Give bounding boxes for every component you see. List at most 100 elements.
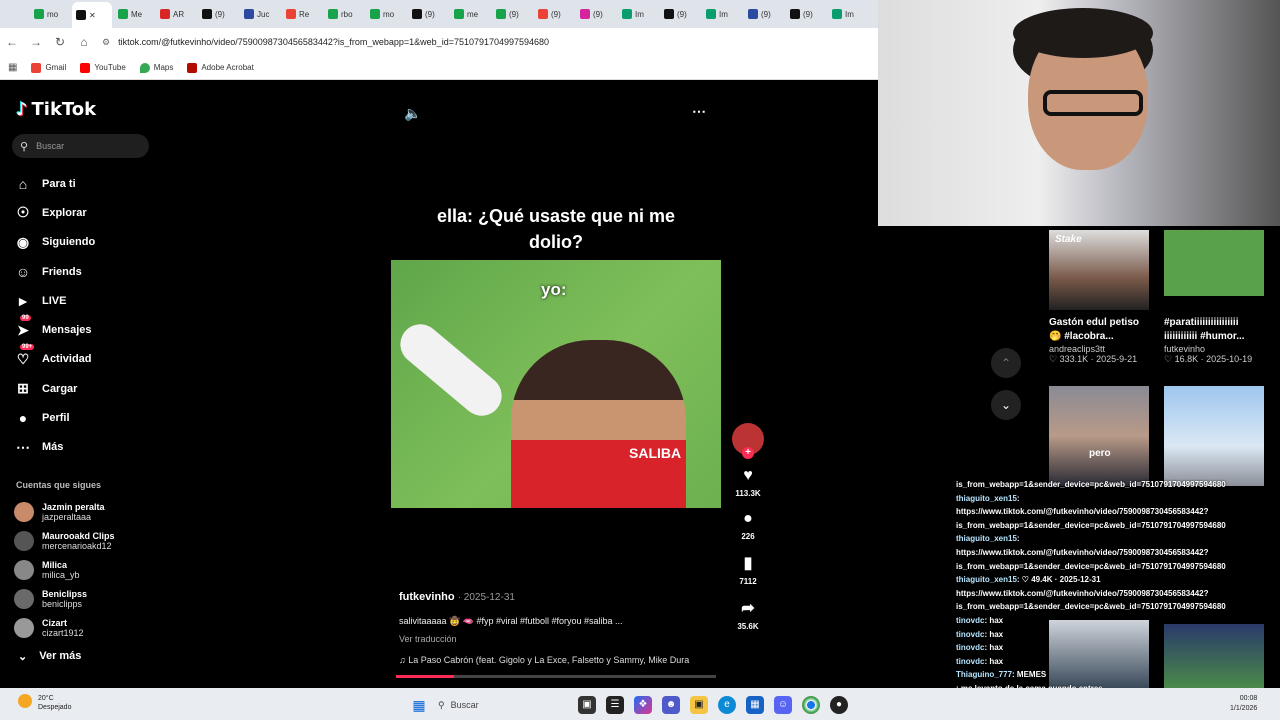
windows-taskbar: 20°C Despejado ▦ ⚲ Buscar ▣ ☰ ❖ ☻ ▣ e ▦ ☺ … <box>0 688 1280 720</box>
upload-icon: ⊞ <box>17 380 29 397</box>
see-more-button[interactable]: ⌄ Ver más <box>18 650 81 663</box>
edge-icon[interactable]: e <box>718 696 736 714</box>
browser-tab[interactable]: (9) <box>786 3 826 25</box>
related-stats-1: ♡ 333.1K · 2025-9-21 <box>1049 354 1138 364</box>
forward-icon[interactable]: → <box>24 35 48 49</box>
browser-tab[interactable]: (9) <box>660 3 700 25</box>
browser-tab[interactable]: mo <box>30 3 70 25</box>
teams-icon[interactable]: ☻ <box>662 696 680 714</box>
following-item[interactable]: Jazmin peralta jazperaltaaa <box>14 497 115 526</box>
apps-icon[interactable]: ▦ <box>8 62 17 73</box>
chat-message: thiaguito_xen15: <box>956 493 1020 503</box>
related-card-3[interactable]: pero <box>1049 386 1149 492</box>
sidebar-item-m-s[interactable]: ⋯ Más <box>14 433 95 462</box>
follow-plus-icon[interactable]: + <box>742 447 754 459</box>
chrome-icon[interactable] <box>802 696 820 714</box>
browser-tab[interactable]: mo <box>366 3 406 25</box>
address-bar[interactable]: ⚙ tiktok.com/@futkevinho/video/759009873… <box>102 37 549 48</box>
following-item[interactable]: Cizart cizart1912 <box>14 613 115 642</box>
close-tab-icon[interactable]: ✕ <box>89 11 96 20</box>
tiktok-logo[interactable]: ♪ TikTok <box>16 99 96 120</box>
video-author[interactable]: futkevinho · 2025-12-31 <box>399 591 515 603</box>
browser-tab[interactable]: AR <box>156 3 196 25</box>
browser-tab[interactable]: (9) <box>744 3 784 25</box>
search-box[interactable]: ⚲ Buscar <box>12 134 149 158</box>
browser-tab[interactable]: rbo <box>324 3 364 25</box>
sidebar-item-live[interactable]: ► LIVE <box>14 286 95 315</box>
back-icon[interactable]: ← <box>0 35 24 49</box>
home-browser-icon[interactable]: ⌂ <box>72 35 96 49</box>
related-card-4[interactable] <box>1164 386 1264 492</box>
browser-tab[interactable]: Re <box>282 3 322 25</box>
weather-widget[interactable]: 20°C Despejado <box>18 694 71 712</box>
notification-badge: 99 <box>20 315 31 322</box>
chat-message: tinovdc: hax <box>956 643 1004 653</box>
video-player[interactable]: yo: SALIBA <box>391 260 721 508</box>
tab-favicon-icon <box>370 9 380 19</box>
scroll-up-button[interactable]: ⌃ <box>991 348 1021 378</box>
related-card-2[interactable]: #paratiiiiiiiiiiiiiiii iiiiiiiiiiii #hum… <box>1164 230 1264 365</box>
video-actions: + ♥ 113.3K ● 226 ▮ 7112 ➦ 35.6K <box>730 423 766 643</box>
sidebar-item-siguiendo[interactable]: ◉ Siguiendo <box>14 228 95 257</box>
taskbar-search[interactable]: ⚲ Buscar <box>438 694 568 716</box>
browser-tab[interactable]: Juc <box>240 3 280 25</box>
bookmark-gmail[interactable]: Gmail <box>31 62 66 73</box>
browser-tab[interactable]: (9) <box>534 3 574 25</box>
scroll-down-button[interactable]: ⌄ <box>991 390 1021 420</box>
home-icon: ⌂ <box>18 175 28 192</box>
address-row: ← → ↻ ⌂ ⚙ tiktok.com/@futkevinho/video/7… <box>0 28 878 56</box>
chat-message: tinovdc: hax <box>956 615 1004 625</box>
chat-message: thiaguito_xen15: ♡ 49.4K · 2025-12-31 <box>956 575 1101 585</box>
following-item[interactable]: Beniclipss beniclipps <box>14 584 115 613</box>
browser-tab[interactable]: (9) <box>408 3 448 25</box>
discord-icon[interactable]: ☺ <box>774 696 792 714</box>
translate-link[interactable]: Ver traducción <box>399 634 457 644</box>
browser-tab[interactable]: (9) <box>576 3 616 25</box>
sidebar-item-perfil[interactable]: ● Perfil <box>14 403 95 432</box>
browser-tab[interactable]: (9) <box>198 3 238 25</box>
bookmark-youtube[interactable]: YouTube <box>80 62 126 73</box>
sidebar-item-actividad[interactable]: ♡ 99+ Actividad <box>14 344 95 374</box>
reload-icon[interactable]: ↻ <box>48 35 72 49</box>
more-options-icon[interactable]: ⋯ <box>692 103 706 120</box>
copilot-icon[interactable]: ❖ <box>634 696 652 714</box>
video-description: salivitaaaaa 🤠 🫦 #fyp #viral #futboll #f… <box>399 616 623 626</box>
tab-active[interactable]: ✕ <box>72 2 112 28</box>
windows-start-icon[interactable]: ▦ <box>410 696 428 714</box>
like-button[interactable]: ♥ 113.3K <box>730 467 766 498</box>
browser-tab[interactable]: (9) <box>492 3 532 25</box>
comment-button[interactable]: ● 226 <box>730 510 766 541</box>
video-progress-bar[interactable] <box>396 675 716 678</box>
share-button[interactable]: ➦ 35.6K <box>730 598 766 631</box>
sidebar-item-friends[interactable]: ☺ Friends <box>14 257 95 286</box>
file-explorer-icon[interactable]: ▣ <box>690 696 708 714</box>
browser-tab[interactable]: me <box>450 3 490 25</box>
site-info-icon[interactable]: ⚙ <box>102 37 110 48</box>
browser-tab[interactable]: Im <box>618 3 658 25</box>
bookmark-maps[interactable]: Maps <box>139 62 173 73</box>
live-icon: ► <box>16 292 30 309</box>
notification-badge: 99+ <box>20 344 35 351</box>
related-thumb-2 <box>1164 230 1264 296</box>
widgets-icon[interactable]: ☰ <box>606 696 624 714</box>
sidebar-item-mensajes[interactable]: ➤ 99 Mensajes <box>14 315 95 344</box>
bookmark-adobe-acrobat[interactable]: Adobe Acrobat <box>187 62 254 73</box>
following-item[interactable]: Maurooakd Clips mercenarioakd12 <box>14 526 115 555</box>
sidebar-item-cargar[interactable]: ⊞ Cargar <box>14 374 95 403</box>
system-clock[interactable]: 00:08 1/1/2026 <box>1230 694 1257 714</box>
browser-tab[interactable]: Im <box>828 3 868 25</box>
task-view-icon[interactable]: ▣ <box>578 696 596 714</box>
save-button[interactable]: ▮ 7112 <box>730 553 766 586</box>
obs-icon[interactable]: ● <box>830 696 848 714</box>
browser-tab[interactable]: Im <box>702 3 742 25</box>
volume-icon[interactable]: 🔈 <box>404 105 421 122</box>
sidebar-item-para-ti[interactable]: ⌂ Para ti <box>14 169 95 198</box>
music-link[interactable]: ♫ La Paso Cabrón (feat. Gigolo y La Exce… <box>399 655 714 665</box>
following-icon: ◉ <box>16 233 30 250</box>
sidebar-item-explorar[interactable]: ☉ Explorar <box>14 198 95 227</box>
following-item[interactable]: Milica milica_yb <box>14 555 115 584</box>
creator-avatar[interactable]: + <box>730 423 766 459</box>
related-card-1[interactable]: Stake Gastón edul petiso 🤭 #lacobra... a… <box>1049 230 1149 365</box>
store-icon[interactable]: ▦ <box>746 696 764 714</box>
browser-tab[interactable]: Me <box>114 3 154 25</box>
